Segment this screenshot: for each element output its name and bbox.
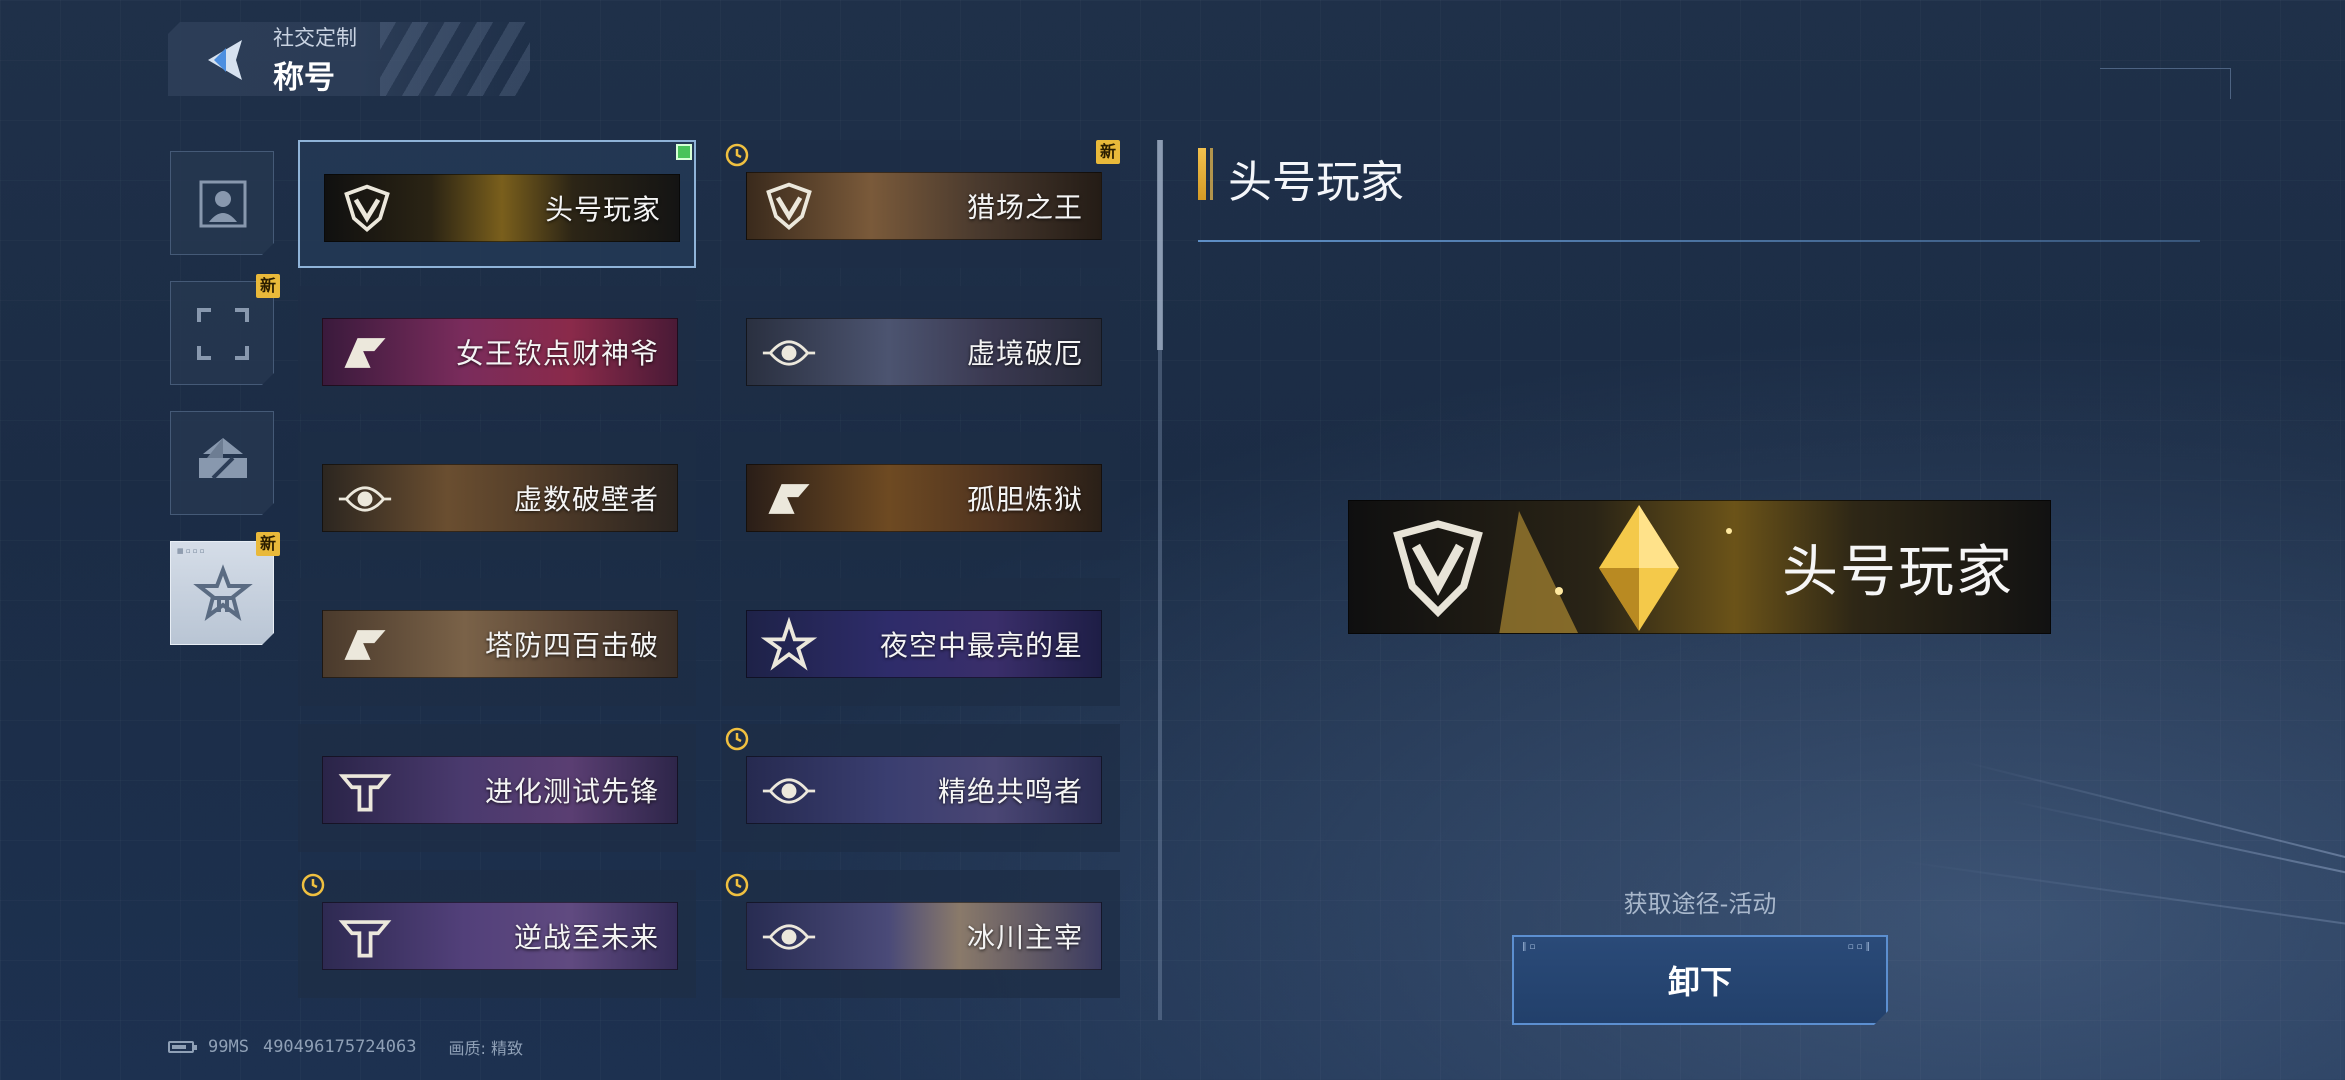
title-banner: 虚境破厄	[746, 318, 1102, 386]
title-label: 猎场之王	[966, 191, 1083, 224]
title-banner: 夜空中最亮的星	[746, 610, 1102, 678]
title-label: 逆战至未来	[513, 921, 659, 954]
status-bar: 99MS 490496175724063 画质: 精致	[168, 1036, 523, 1058]
title-banner: 猎场之王	[746, 172, 1102, 240]
title-label: 女王钦点财神爷	[455, 337, 659, 370]
title-banner: 进化测试先锋	[322, 756, 678, 824]
quality-setting: 画质: 精致	[448, 1039, 523, 1058]
page-title: 称号	[273, 60, 335, 96]
title-emblem-icon	[338, 486, 392, 512]
title-emblem-icon	[766, 182, 812, 230]
title-banner: 孤胆炼狱	[746, 464, 1102, 532]
light-streak	[2009, 800, 2345, 877]
nameplate-icon	[193, 434, 253, 494]
title-label: 虚数破壁者	[513, 483, 659, 516]
battery-icon	[168, 1041, 197, 1053]
title-label: 头号玩家	[544, 193, 661, 226]
title-accent-bar	[1198, 148, 1206, 200]
clock-icon	[725, 727, 749, 751]
title-emblem-icon	[762, 924, 816, 950]
title-emblem-icon	[344, 338, 386, 368]
title-banner: 女王钦点财神爷	[322, 318, 678, 386]
title-label: 进化测试先锋	[484, 775, 659, 808]
acquire-source-text: 获取途径-活动	[1623, 890, 1777, 918]
title-banner: 冰川主宰	[746, 902, 1102, 970]
title-label: 精绝共鸣者	[937, 775, 1083, 808]
player-id: 490496175724063	[262, 1037, 417, 1057]
title-item[interactable]: 逆战至未来	[298, 870, 696, 998]
header-stripes	[380, 22, 530, 96]
preview-label: 头号玩家	[1782, 539, 2014, 605]
tab-microtext: ▦ ▫ ▫ ▫	[177, 547, 205, 555]
back-button[interactable]	[196, 34, 250, 86]
title-banner: 精绝共鸣者	[746, 756, 1102, 824]
title-banner: 虚数破壁者	[322, 464, 678, 532]
header-subtitle: 社交定制	[273, 26, 357, 50]
portrait-icon	[193, 174, 253, 234]
category-tab-nameplate[interactable]	[170, 411, 274, 515]
title-emblem-icon	[762, 340, 816, 366]
title-emblem-icon	[344, 630, 386, 660]
clock-icon	[725, 873, 749, 897]
new-badge: 新	[256, 532, 280, 556]
title-item[interactable]: 女王钦点财神爷	[298, 286, 696, 414]
title-emblem-icon	[338, 920, 392, 958]
new-badge: 新	[256, 274, 280, 298]
equipped-indicator	[676, 144, 692, 160]
title-label: 冰川主宰	[966, 921, 1083, 954]
light-streak	[1899, 860, 2345, 925]
title-emblem-icon	[344, 184, 390, 232]
ping-value: 99MS	[208, 1037, 249, 1057]
title-label: 夜空中最亮的星	[879, 629, 1083, 662]
clock-icon	[725, 143, 749, 167]
category-tab-portrait[interactable]	[170, 151, 274, 255]
title-banner: 塔防四百击破	[322, 610, 678, 678]
back-arrow-icon	[208, 40, 242, 80]
detail-title: 头号玩家	[1228, 157, 1404, 208]
title-banner: 逆战至未来	[322, 902, 678, 970]
title-item[interactable]: 塔防四百击破	[298, 578, 696, 706]
title-item[interactable]: 精绝共鸣者	[722, 724, 1120, 852]
title-label: 塔防四百击破	[484, 629, 659, 662]
title-label: 孤胆炼狱	[966, 483, 1083, 516]
title-item[interactable]: 孤胆炼狱	[722, 432, 1120, 560]
scroll-thumb[interactable]	[1157, 140, 1163, 350]
title-label: 虚境破厄	[966, 337, 1083, 370]
title-item[interactable]: 虚数破壁者	[298, 432, 696, 560]
detail-divider	[1198, 240, 2200, 242]
chevron-emblem-icon	[1393, 520, 1483, 618]
unequip-button[interactable]: ‖ ▫ ▫ ▫ ‖ 卸下	[1512, 935, 1888, 1025]
title-emblem-icon	[760, 617, 818, 671]
light-streak	[1959, 760, 2345, 864]
title-item[interactable]: 冰川主宰	[722, 870, 1120, 998]
title-item[interactable]: 进化测试先锋	[298, 724, 696, 852]
frame-corners-icon	[193, 304, 253, 364]
unequip-label: 卸下	[1667, 963, 1732, 1001]
title-accent-bar-thin	[1210, 148, 1213, 200]
title-item[interactable]: 猎场之王 新	[722, 140, 1120, 268]
hud-decoration	[2100, 68, 2231, 99]
title-emblem-icon	[768, 484, 810, 514]
title-item[interactable]: 虚境破厄	[722, 286, 1120, 414]
title-banner: 头号玩家	[324, 174, 680, 242]
star-emblem-icon	[193, 564, 253, 624]
title-preview-banner: 头号玩家	[1348, 500, 2051, 634]
title-emblem-icon	[762, 778, 816, 804]
category-tab-title[interactable]: ▦ ▫ ▫ ▫	[170, 541, 274, 645]
new-badge: 新	[1096, 140, 1120, 164]
title-item[interactable]: 夜空中最亮的星	[722, 578, 1120, 706]
title-emblem-icon	[338, 774, 392, 812]
title-item[interactable]: 头号玩家	[298, 140, 696, 268]
clock-icon	[301, 873, 325, 897]
title-list: 头号玩家 猎场之王 新女王钦点财神爷 虚境破厄虚数破壁者 孤胆炼狱塔防四百击破 夜空中最亮…	[298, 140, 1130, 1012]
